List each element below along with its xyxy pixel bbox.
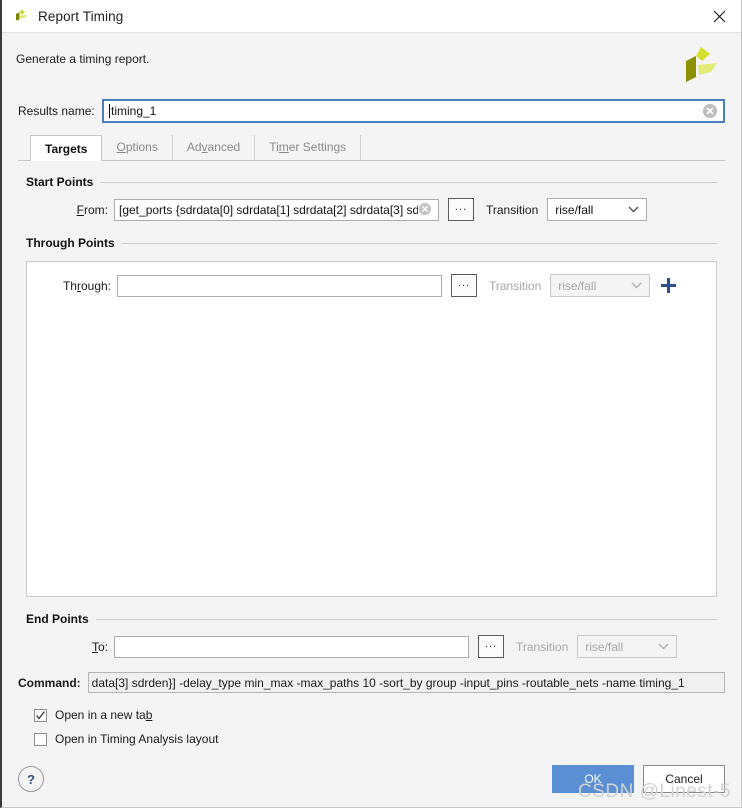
- end-points-group-title: End Points: [26, 612, 717, 626]
- from-transition-select[interactable]: rise/fall: [547, 198, 648, 221]
- to-transition-value: rise/fall: [585, 639, 624, 654]
- command-row: Command: data[3] sdrden}] -delay_type mi…: [18, 672, 725, 693]
- dialog-banner: Generate a timing report.: [2, 33, 741, 85]
- chevron-down-icon: [658, 643, 669, 650]
- from-label: From:: [76, 202, 108, 217]
- group-rule: [100, 181, 717, 183]
- through-browse-button[interactable]: ...: [451, 274, 477, 297]
- results-name-label: Results name:: [18, 104, 95, 118]
- results-name-input[interactable]: timing_1: [102, 99, 725, 123]
- start-points-group-title: Start Points: [26, 175, 717, 189]
- end-points-label: End Points: [26, 612, 89, 626]
- from-transition-value: rise/fall: [555, 202, 594, 217]
- window-title: Report Timing: [38, 8, 124, 24]
- chevron-down-icon: [628, 206, 639, 213]
- from-value: [get_ports {sdrdata[0] sdrdata[1] sdrdat…: [119, 202, 418, 217]
- dialog-body: Results name: timing_1 Targets Options A: [2, 85, 741, 751]
- clear-circle-icon[interactable]: [418, 202, 434, 218]
- report-timing-dialog: Report Timing Generate a timing report. …: [0, 0, 742, 808]
- through-points-label: Through Points: [26, 236, 115, 250]
- to-browse-button[interactable]: ...: [478, 635, 504, 658]
- through-points-panel: Through: ... Transition rise/fall: [26, 261, 717, 597]
- checkbox-open-in-new-tab[interactable]: Open in a new tab: [34, 703, 725, 727]
- command-value[interactable]: data[3] sdrden}] -delay_type min_max -ma…: [87, 672, 725, 693]
- tab-options[interactable]: Options: [102, 135, 173, 160]
- tab-targets[interactable]: Targets: [30, 135, 103, 161]
- group-rule: [121, 242, 717, 244]
- ok-button[interactable]: OK: [552, 765, 634, 793]
- through-transition-label: Transition: [489, 278, 542, 293]
- checkbox-box[interactable]: [34, 732, 47, 746]
- to-row: To: ... Transition rise/fall: [64, 635, 717, 658]
- through-label: Through:: [62, 278, 111, 293]
- title-bar: Report Timing: [2, 0, 741, 33]
- from-browse-button[interactable]: ...: [448, 198, 474, 221]
- tab-timer-settings[interactable]: Timer Settings: [255, 135, 362, 160]
- tab-targets-label: Targets: [45, 142, 88, 156]
- results-name-row: Results name: timing_1: [18, 99, 725, 123]
- checkbox-open-in-timing-analysis-layout-label: Open in Timing Analysis layout: [55, 732, 219, 746]
- command-label: Command:: [18, 675, 81, 690]
- from-transition-label: Transition: [486, 202, 539, 217]
- checkbox-box[interactable]: [34, 708, 47, 722]
- cancel-button[interactable]: Cancel: [643, 765, 725, 793]
- close-icon[interactable]: [697, 0, 741, 32]
- plus-icon[interactable]: [658, 276, 678, 296]
- results-name-value: timing_1: [111, 104, 157, 118]
- through-transition-select: rise/fall: [550, 274, 651, 297]
- through-transition-value: rise/fall: [558, 278, 597, 293]
- from-row: From: [get_ports {sdrdata[0] sdrdata[1] …: [64, 198, 717, 221]
- dialog-footer: ? OK Cancel: [2, 751, 741, 807]
- chevron-down-icon: [631, 282, 642, 289]
- from-input[interactable]: [get_ports {sdrdata[0] sdrdata[1] sdrdat…: [114, 198, 439, 221]
- vivado-logo-icon: [13, 8, 29, 24]
- tab-strip: Targets Options Advanced Timer Settings: [18, 135, 725, 161]
- targets-tab-page: Start Points From: [get_ports {sdrdata[0…: [18, 161, 725, 662]
- to-label: To:: [91, 639, 108, 654]
- tab-advanced[interactable]: Advanced: [173, 135, 256, 160]
- through-input[interactable]: [117, 274, 442, 297]
- clear-circle-icon[interactable]: [702, 103, 718, 119]
- options-checkbox-group: Open in a new tab Open in Timing Analysi…: [18, 703, 725, 751]
- checkbox-open-in-new-tab-label: Open in a new tab: [55, 708, 153, 722]
- banner-description: Generate a timing report.: [16, 52, 150, 66]
- through-row: Through: ... Transition rise/fall: [49, 274, 706, 297]
- help-button[interactable]: ?: [18, 766, 44, 792]
- to-input[interactable]: [114, 635, 469, 658]
- to-transition-select: rise/fall: [577, 635, 678, 658]
- xilinx-logo-icon: [679, 45, 719, 83]
- start-points-label: Start Points: [26, 175, 94, 189]
- group-rule: [95, 618, 717, 620]
- checkbox-open-in-timing-analysis-layout[interactable]: Open in Timing Analysis layout: [34, 727, 725, 751]
- to-transition-label: Transition: [516, 639, 569, 654]
- through-points-group-title: Through Points: [26, 236, 717, 250]
